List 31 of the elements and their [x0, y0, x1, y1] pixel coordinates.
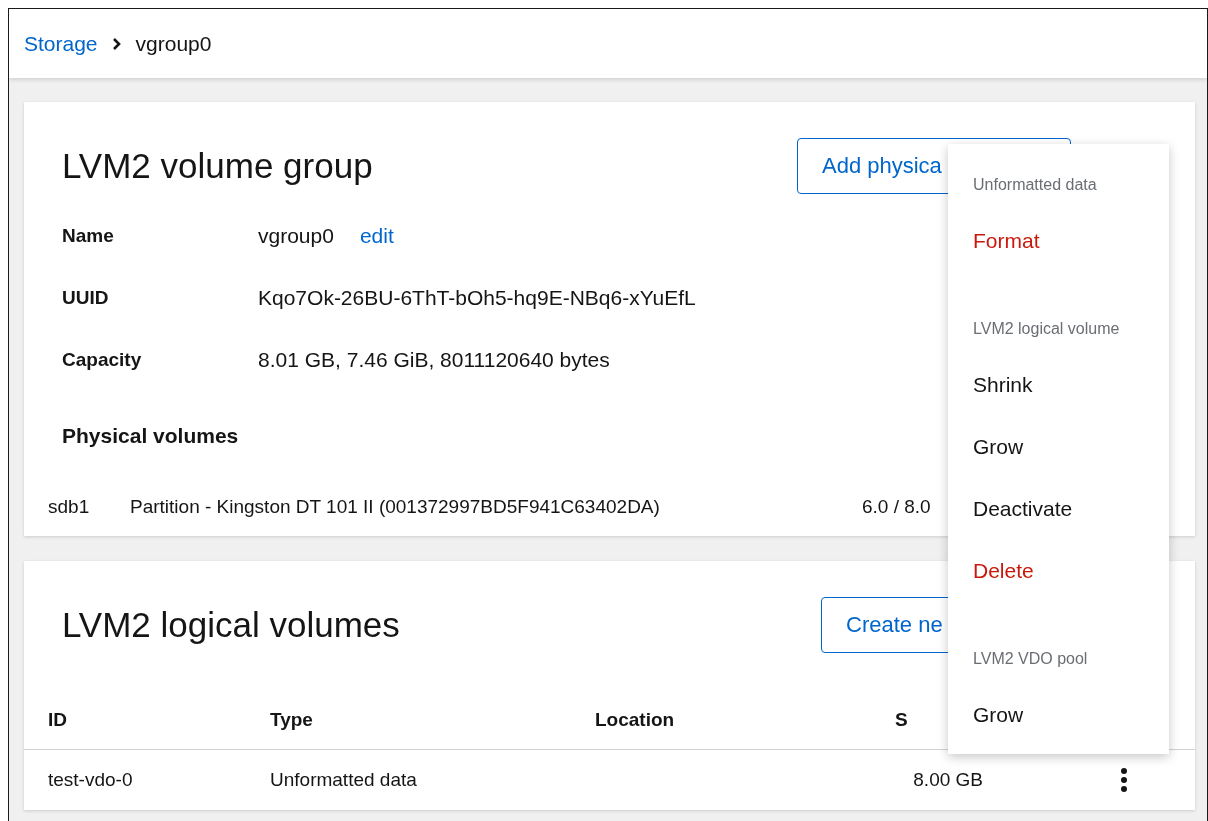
field-label: Name [62, 225, 115, 247]
device-usage: 6.0 / 8.0 [862, 496, 931, 518]
table-cell-text: test-vdo-0 [48, 769, 134, 791]
section-heading: Physical volumes [62, 424, 239, 448]
column-header: Type [270, 709, 314, 731]
table-cell-text: Unformatted data [270, 769, 418, 791]
field-label: UUID [62, 287, 110, 309]
menu-item[interactable]: Grow [948, 686, 1169, 748]
device-name: sdb1 [48, 496, 91, 518]
column-header: Location [595, 709, 676, 731]
menu-item[interactable]: Shrink [948, 356, 1169, 418]
menu-item[interactable]: Deactivate [948, 480, 1169, 542]
kebab-menu-icon[interactable] [1120, 767, 1128, 793]
card-title: LVM2 volume group [62, 146, 373, 186]
breadcrumb-link[interactable]: Storage [24, 31, 98, 56]
chevron-right-icon [111, 36, 122, 51]
field-value: vgroup0 [258, 224, 334, 248]
column-header: ID [48, 709, 68, 731]
menu-item[interactable]: Format [948, 212, 1169, 274]
breadcrumb-current: vgroup0 [135, 31, 212, 56]
column-header: S [895, 709, 908, 731]
card-title: LVM2 logical volumes [62, 605, 400, 645]
menu-item[interactable]: Delete [948, 542, 1169, 604]
field-value: Kqo7Ok-26BU-6ThT-bOh5-hq9E-NBq6-xYuEfL [258, 286, 696, 310]
field-value: 8.01 GB, 7.46 GiB, 8011120640 bytes [258, 348, 610, 372]
menu-item[interactable]: Grow [948, 418, 1169, 480]
menu-group-title: LVM2 logical volume [972, 319, 1121, 339]
table-cell-text: 8.00 GB [912, 769, 983, 791]
edit-link[interactable]: edit [359, 224, 394, 248]
field-label: Capacity [62, 349, 143, 371]
device-description: Partition - Kingston DT 101 II (001372997BD5F941C63402DA) [130, 496, 661, 518]
